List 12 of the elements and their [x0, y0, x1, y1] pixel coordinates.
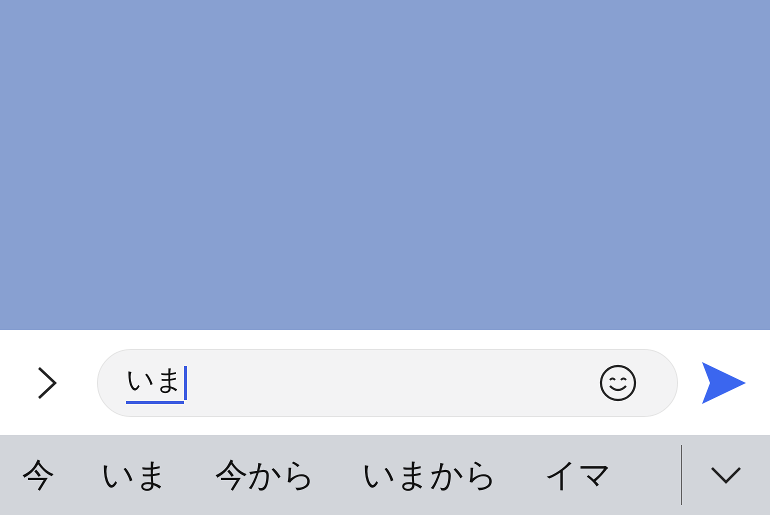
candidate-word[interactable]: いまから: [362, 455, 498, 495]
send-button[interactable]: [700, 360, 748, 406]
chevron-right-icon: [36, 366, 58, 400]
candidate-word[interactable]: イマ: [544, 455, 612, 495]
send-icon: [700, 360, 748, 406]
message-input-field[interactable]: いま: [97, 348, 678, 416]
candidate-word[interactable]: 今: [22, 455, 55, 495]
chevron-down-icon: [710, 465, 742, 485]
smiley-icon[interactable]: [599, 364, 637, 402]
text-cursor: [184, 366, 187, 400]
candidate-word[interactable]: いま: [101, 455, 169, 495]
candidate-word[interactable]: 今から: [215, 455, 316, 495]
